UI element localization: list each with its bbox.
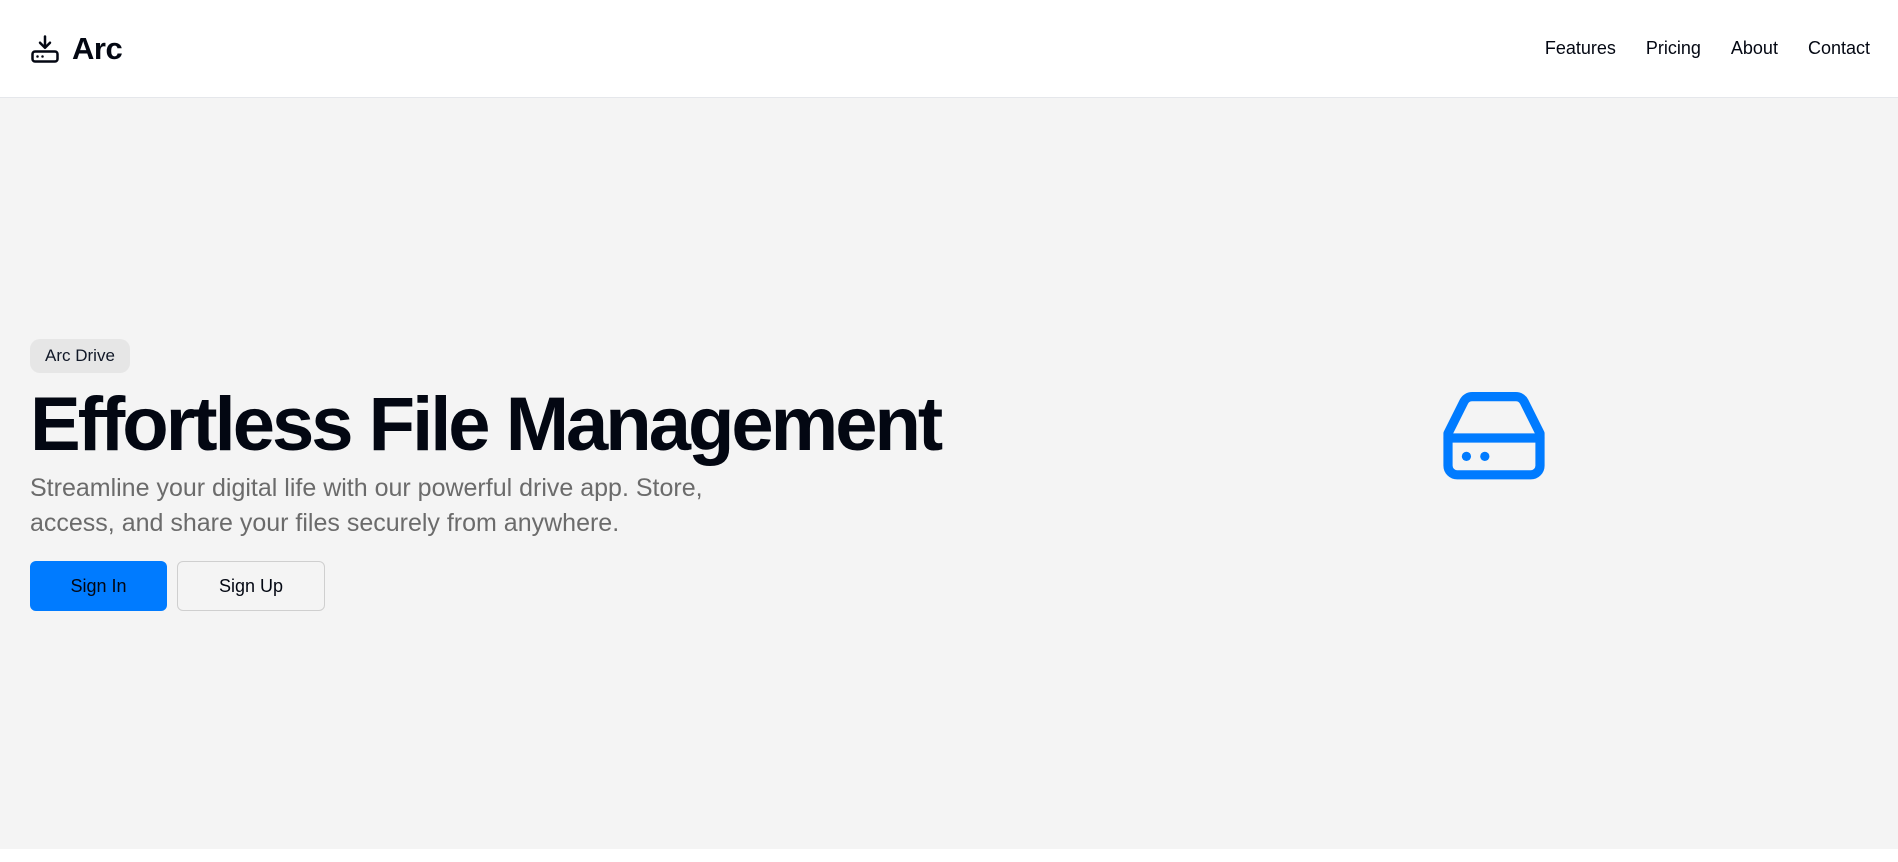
brand-link[interactable]: Arc: [30, 30, 123, 67]
hero-title: Effortless File Management: [30, 382, 943, 467]
nav-link-features[interactable]: Features: [1545, 38, 1616, 59]
hero-actions: Sign In Sign Up: [30, 561, 940, 611]
drive-download-icon: [31, 34, 59, 63]
nav-link-pricing[interactable]: Pricing: [1646, 38, 1701, 59]
nav-link-contact[interactable]: Contact: [1808, 38, 1870, 59]
site-header: Arc Features Pricing About Contact: [0, 0, 1898, 98]
hard-drive-icon: [1443, 392, 1545, 480]
hero-section: Arc Drive Effortless File Management Str…: [0, 98, 1898, 849]
sign-in-button[interactable]: Sign In: [30, 561, 167, 611]
sign-up-button[interactable]: Sign Up: [177, 561, 325, 611]
hero-content: Arc Drive Effortless File Management Str…: [30, 339, 943, 611]
main-nav: Features Pricing About Contact: [1545, 38, 1870, 59]
nav-link-about[interactable]: About: [1731, 38, 1778, 59]
brand-name: Arc: [72, 30, 123, 66]
hero-subtitle: Streamline your digital life with our po…: [30, 474, 703, 537]
product-badge: Arc Drive: [30, 339, 130, 373]
